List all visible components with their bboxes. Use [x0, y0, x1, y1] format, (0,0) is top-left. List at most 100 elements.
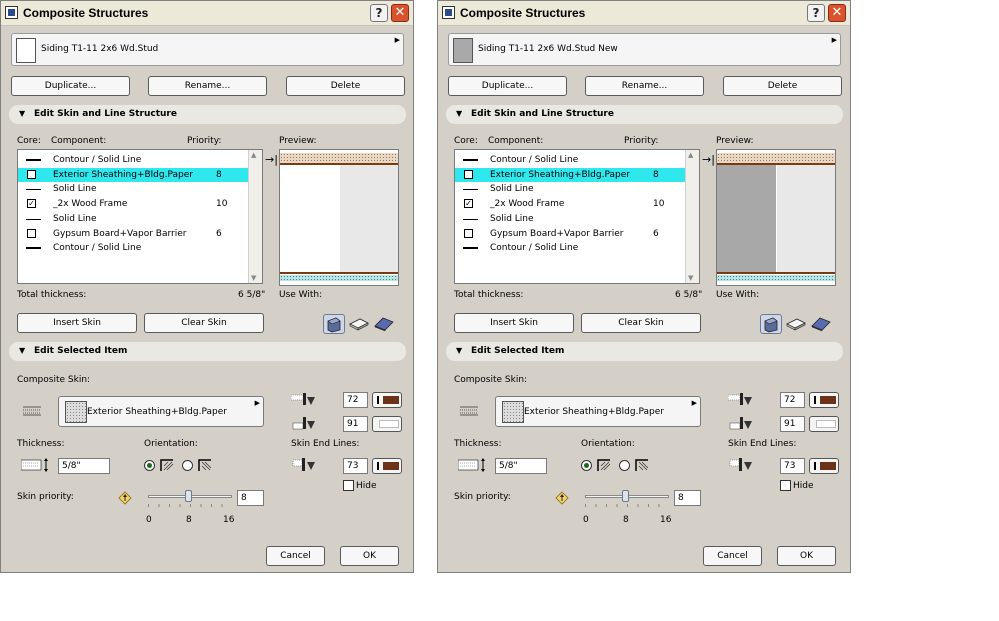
orientation-radio-1[interactable] — [144, 460, 155, 471]
help-icon[interactable]: ? — [807, 4, 825, 22]
core-checkbox[interactable] — [27, 228, 36, 238]
close-icon[interactable]: ✕ — [391, 4, 409, 22]
end-pen-color[interactable] — [372, 458, 402, 474]
structure-selector[interactable]: Siding T1-11 2x6 Wd.Stud New ▶ — [448, 33, 841, 66]
background-pen-color[interactable] — [372, 416, 402, 432]
end-pen-color[interactable] — [809, 458, 839, 474]
skin-row[interactable]: Contour / Solid Line — [18, 241, 250, 255]
priority-field[interactable]: 8 — [674, 490, 701, 506]
dropdown-arrow-icon: ▶ — [691, 399, 697, 407]
use-with-toolbar — [323, 314, 399, 334]
skin-end-lines-label: Skin End Lines: — [291, 439, 360, 449]
cancel-button[interactable]: Cancel — [703, 546, 762, 566]
orientation-radio-2[interactable] — [619, 460, 630, 471]
pen-mark — [377, 462, 379, 470]
skin-row[interactable]: ✓ _2x Wood Frame 10 — [455, 197, 687, 211]
ok-button[interactable]: OK — [340, 546, 399, 566]
component-name: Exterior Sheathing+Bldg.Paper — [53, 169, 193, 180]
composite-skin-selector[interactable]: Exterior Sheathing+Bldg.Paper ▶ — [58, 396, 264, 427]
thickness-field[interactable]: 5/8" — [495, 458, 547, 474]
scroll-up-icon[interactable]: ▲ — [251, 151, 256, 159]
top-pen-field[interactable]: 72 — [343, 392, 368, 408]
section-edit-skin[interactable]: ▼ Edit Skin and Line Structure — [446, 105, 843, 124]
title-bar: Composite Structures ? ✕ — [1, 1, 413, 26]
skin-row[interactable]: Contour / Solid Line — [18, 153, 250, 167]
skin-row[interactable]: Solid Line — [455, 212, 687, 226]
orientation-icon — [159, 458, 175, 475]
background-pen-field[interactable]: 91 — [343, 416, 368, 432]
scroll-down-icon[interactable]: ▼ — [251, 274, 256, 282]
duplicate-button[interactable]: Duplicate... — [448, 76, 567, 96]
background-pen-field[interactable]: 91 — [780, 416, 805, 432]
wall-icon[interactable] — [760, 314, 782, 334]
skin-row[interactable]: Contour / Solid Line — [455, 241, 687, 255]
background-pen-color[interactable] — [809, 416, 839, 432]
clear-skin-button[interactable]: Clear Skin — [144, 313, 264, 333]
slab-icon[interactable] — [785, 314, 807, 334]
roof-icon[interactable] — [373, 314, 395, 334]
section-edit-selected[interactable]: ▼ Edit Selected Item — [9, 342, 406, 361]
structure-selector[interactable]: Siding T1-11 2x6 Wd.Stud ▶ — [11, 33, 404, 66]
cancel-button[interactable]: Cancel — [266, 546, 325, 566]
top-pen-field[interactable]: 72 — [780, 392, 805, 408]
delete-button[interactable]: Delete — [286, 76, 405, 96]
component-name: Solid Line — [490, 213, 534, 224]
end-pen-field[interactable]: 73 — [780, 458, 805, 474]
list-scrollbar[interactable]: ▲ ▼ — [685, 150, 699, 283]
section-edit-selected[interactable]: ▼ Edit Selected Item — [446, 342, 843, 361]
scroll-down-icon[interactable]: ▼ — [688, 274, 693, 282]
ok-button[interactable]: OK — [777, 546, 836, 566]
priority-slider-thumb[interactable] — [185, 490, 192, 502]
rename-button[interactable]: Rename... — [585, 76, 704, 96]
skin-list[interactable]: Contour / Solid Line Exterior Sheathing+B… — [17, 149, 263, 284]
close-icon[interactable]: ✕ — [828, 4, 846, 22]
hide-checkbox[interactable] — [343, 480, 354, 491]
core-checkbox[interactable]: ✓ — [464, 199, 473, 209]
duplicate-button[interactable]: Duplicate... — [11, 76, 130, 96]
thickness-field[interactable]: 5/8" — [58, 458, 110, 474]
list-scrollbar[interactable]: ▲ ▼ — [248, 150, 262, 283]
hide-checkbox[interactable] — [780, 480, 791, 491]
skin-row[interactable]: Solid Line — [455, 182, 687, 196]
skin-list[interactable]: Contour / Solid Line Exterior Sheathing+B… — [454, 149, 700, 284]
scroll-up-icon[interactable]: ▲ — [688, 151, 693, 159]
priority-slider-thumb[interactable] — [622, 490, 629, 502]
skin-row[interactable]: Gypsum Board+Vapor Barrier 6 — [455, 227, 687, 241]
app-icon — [442, 6, 455, 19]
priority-slider-ticks — [585, 504, 669, 507]
component-name: Solid Line — [490, 184, 534, 195]
composite-skin-selector[interactable]: Exterior Sheathing+Bldg.Paper ▶ — [495, 396, 701, 427]
priority-field[interactable]: 8 — [237, 490, 264, 506]
top-pen-color[interactable] — [809, 392, 839, 408]
roof-icon[interactable] — [810, 314, 832, 334]
clear-skin-button[interactable]: Clear Skin — [581, 313, 701, 333]
slab-icon[interactable] — [348, 314, 370, 334]
skin-row[interactable]: Gypsum Board+Vapor Barrier 6 — [18, 227, 250, 241]
orientation-radio-1[interactable] — [581, 460, 592, 471]
core-checkbox[interactable] — [464, 228, 473, 238]
top-pen-color[interactable] — [372, 392, 402, 408]
wall-icon[interactable] — [323, 314, 345, 334]
core-checkbox[interactable]: ✓ — [27, 199, 36, 209]
pen-mark — [814, 396, 816, 404]
skin-row[interactable]: Exterior Sheathing+Bldg.Paper 8 — [455, 167, 687, 182]
orientation-radio-2[interactable] — [182, 460, 193, 471]
structure-preview — [279, 149, 399, 286]
component-priority: 8 — [216, 169, 222, 180]
skin-row[interactable]: Solid Line — [18, 212, 250, 226]
section-edit-skin[interactable]: ▼ Edit Skin and Line Structure — [9, 105, 406, 124]
insert-skin-button[interactable]: Insert Skin — [17, 313, 137, 333]
skin-row[interactable]: ✓ _2x Wood Frame 10 — [18, 197, 250, 211]
core-checkbox[interactable] — [464, 169, 473, 179]
skin-row[interactable]: Contour / Solid Line — [455, 153, 687, 167]
insert-skin-button[interactable]: Insert Skin — [454, 313, 574, 333]
rename-button[interactable]: Rename... — [148, 76, 267, 96]
background-pen-icon — [728, 417, 754, 434]
help-icon[interactable]: ? — [370, 4, 388, 22]
section-title: Edit Skin and Line Structure — [34, 109, 177, 119]
skin-row[interactable]: Solid Line — [18, 182, 250, 196]
end-pen-field[interactable]: 73 — [343, 458, 368, 474]
core-checkbox[interactable] — [27, 169, 36, 179]
delete-button[interactable]: Delete — [723, 76, 842, 96]
skin-row[interactable]: Exterior Sheathing+Bldg.Paper 8 — [18, 167, 250, 182]
